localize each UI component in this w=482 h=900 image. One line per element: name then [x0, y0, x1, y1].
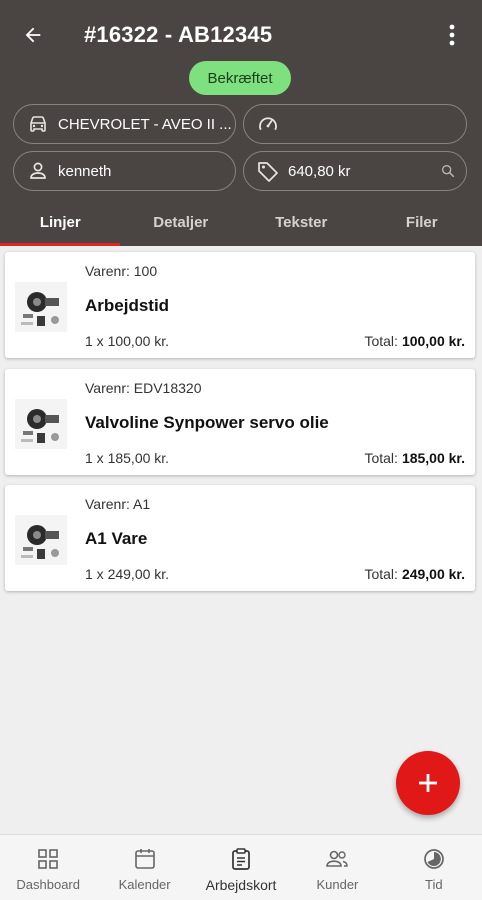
product-image — [15, 515, 67, 565]
plus-icon — [419, 774, 437, 792]
tab-linjer[interactable]: Linjer — [0, 198, 121, 246]
speedometer-icon — [256, 112, 280, 136]
add-line-button[interactable] — [396, 751, 460, 815]
person-icon — [26, 159, 50, 183]
people-icon — [324, 846, 350, 872]
total-label: Total: — [364, 450, 398, 466]
calendar-icon — [132, 846, 158, 872]
line-item[interactable]: Varenr: 100 Arbejdstid 1 x 100,00 kr. To… — [5, 252, 475, 358]
total-label: Total: — [364, 566, 398, 582]
product-image — [15, 282, 67, 332]
tab-bar: Linjer Detaljer Tekster Filer — [0, 198, 482, 246]
clock-icon — [421, 846, 447, 872]
nav-kunder[interactable]: Kunder — [289, 835, 385, 900]
total-value: 100,00 kr. — [401, 333, 465, 349]
arrow-left-icon — [25, 27, 41, 43]
total-value: 249,00 kr. — [401, 566, 465, 582]
more-menu-button[interactable] — [440, 20, 464, 50]
item-quantity-price: 1 x 185,00 kr. — [85, 450, 170, 466]
total-label: Total: — [364, 333, 398, 349]
search-icon[interactable] — [440, 163, 456, 183]
nav-label: Dashboard — [16, 877, 80, 892]
nav-tid[interactable]: Tid — [386, 835, 482, 900]
item-number: Varenr: A1 — [85, 496, 151, 512]
price-tag-icon — [256, 159, 280, 183]
item-total: Total: 249,00 kr. — [364, 566, 465, 582]
customer-text: kenneth — [58, 162, 112, 180]
nav-label: Arbejdskort — [205, 877, 277, 893]
price-field[interactable]: 640,80 kr — [243, 151, 467, 191]
item-total: Total: 100,00 kr. — [364, 333, 465, 349]
bottom-navigation: Dashboard Kalender Arbejdskort Kunder Ti… — [0, 834, 482, 900]
product-image — [15, 399, 67, 449]
vehicle-field[interactable]: CHEVROLET - AVEO II ... — [13, 104, 236, 144]
car-icon — [26, 112, 50, 136]
line-item[interactable]: Varenr: A1 A1 Vare 1 x 249,00 kr. Total:… — [5, 485, 475, 591]
active-tab-indicator — [0, 243, 120, 246]
status-badge[interactable]: Bekræftet — [189, 61, 291, 95]
item-name: A1 Vare — [85, 529, 148, 548]
app-header: #16322 - AB12345 Bekræftet CHEVROLET - A… — [0, 0, 482, 246]
nav-label: Tid — [425, 877, 443, 892]
line-item[interactable]: Varenr: EDV18320 Valvoline Synpower serv… — [5, 369, 475, 475]
nav-label: Kunder — [316, 877, 359, 892]
item-total: Total: 185,00 kr. — [364, 450, 465, 466]
page-title: #16322 - AB12345 — [84, 22, 273, 47]
item-name: Arbejdstid — [85, 296, 170, 315]
more-vertical-icon — [449, 24, 455, 46]
dashboard-icon — [35, 846, 61, 872]
back-button[interactable] — [18, 20, 48, 50]
tab-filer[interactable]: Filer — [362, 198, 482, 246]
tab-detaljer[interactable]: Detaljer — [121, 198, 242, 246]
item-quantity-price: 1 x 249,00 kr. — [85, 566, 170, 582]
clipboard-icon — [228, 846, 254, 872]
vehicle-text: CHEVROLET - AVEO II ... — [58, 115, 232, 133]
item-name: Valvoline Synpower servo olie — [85, 413, 329, 432]
odometer-field[interactable] — [243, 104, 467, 144]
price-text: 640,80 kr — [288, 162, 351, 180]
nav-kalender[interactable]: Kalender — [96, 835, 192, 900]
tab-tekster[interactable]: Tekster — [241, 198, 362, 246]
total-value: 185,00 kr. — [401, 450, 465, 466]
item-quantity-price: 1 x 100,00 kr. — [85, 333, 170, 349]
item-number: Varenr: EDV18320 — [85, 380, 202, 396]
item-number: Varenr: 100 — [85, 263, 158, 279]
nav-label: Kalender — [118, 877, 171, 892]
nav-dashboard[interactable]: Dashboard — [0, 835, 96, 900]
customer-field[interactable]: kenneth — [13, 151, 236, 191]
nav-arbejdskort[interactable]: Arbejdskort — [193, 835, 289, 900]
